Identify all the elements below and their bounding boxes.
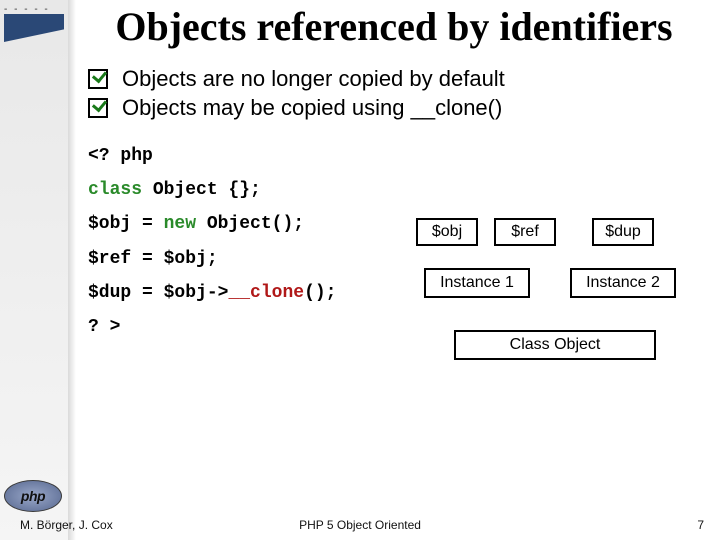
bullet-text: Objects may be copied using __clone() <box>122 95 502 121</box>
diagram-box-ref: $ref <box>494 218 556 246</box>
bullet-list: Objects are no longer copied by default … <box>88 66 710 121</box>
code-line: class Object {}; <box>88 173 710 207</box>
bullet-item: Objects are no longer copied by default <box>88 66 710 92</box>
footer-author: M. Börger, J. Cox <box>16 518 113 532</box>
diagram-box-instance1: Instance 1 <box>424 268 530 298</box>
diagram-box-instance2: Instance 2 <box>570 268 676 298</box>
diagram-box-obj: $obj <box>416 218 478 246</box>
bullet-text: Objects are no longer copied by default <box>122 66 505 92</box>
bullet-item: Objects may be copied using __clone() <box>88 95 710 121</box>
footer: M. Börger, J. Cox PHP 5 Object Oriented … <box>0 518 720 532</box>
diagram-row: Instance 1 Instance 2 <box>410 268 690 298</box>
checkbox-icon <box>88 98 108 118</box>
php-logo: php <box>4 480 62 516</box>
slide: - - - - - php Objects referenced by iden… <box>0 0 720 540</box>
diagram: $obj $ref $dup Instance 1 Instance 2 Cla… <box>410 218 690 360</box>
sidebar: - - - - - <box>0 0 68 540</box>
slide-title: Objects referenced by identifiers <box>78 6 710 48</box>
diagram-row: $obj $ref $dup <box>416 218 690 246</box>
checkbox-icon <box>88 69 108 89</box>
footer-title: PHP 5 Object Oriented <box>299 518 421 532</box>
code-line: <? php <box>88 139 710 173</box>
diagram-row: Class Object <box>426 330 690 360</box>
footer-page: 7 <box>697 518 704 532</box>
diagram-box-dup: $dup <box>592 218 654 246</box>
php-logo-text: php <box>21 488 45 504</box>
boat-icon: - - - - - <box>0 0 68 48</box>
diagram-box-class: Class Object <box>454 330 656 360</box>
